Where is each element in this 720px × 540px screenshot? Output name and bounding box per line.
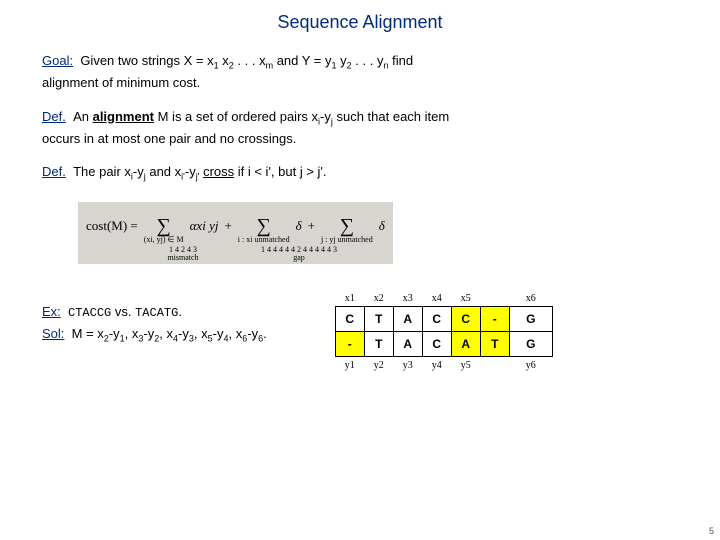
cross-word: cross [203, 164, 234, 179]
table-row: - T A C A T G [317, 332, 553, 357]
table-row: C T A C C - G [317, 307, 553, 332]
goal-label: Goal: [42, 53, 73, 68]
def1-paragraph: Def. An alignment M is a set of ordered … [42, 107, 678, 149]
alignment-table: x1 x2 x3 x4 x5 x6 C T A C C - G [317, 290, 553, 373]
def1-label: Def. [42, 109, 66, 124]
goal-paragraph: Goal: Given two strings X = x1 x2 . . . … [42, 51, 678, 93]
solution-line: Sol: M = x2-y1, x3-y2, x4-y3, x5-y4, x6-… [42, 326, 267, 344]
sol-label: Sol: [42, 326, 64, 341]
example-line: Ex: CTACCG vs. TACATG. [42, 304, 267, 320]
cost-formula: cost(M) = ∑ (xi, yj) ∈ M αxi yj + ∑ i : … [78, 202, 393, 264]
ex-label: Ex: [42, 304, 61, 319]
slide-title: Sequence Alignment [42, 12, 678, 33]
def2-label: Def. [42, 164, 66, 179]
def2-paragraph: Def. The pair xi-yj and xi'-yj' cross if… [42, 162, 678, 184]
page-number: 5 [709, 526, 714, 536]
goal-text: Given two strings X = x [80, 53, 213, 68]
